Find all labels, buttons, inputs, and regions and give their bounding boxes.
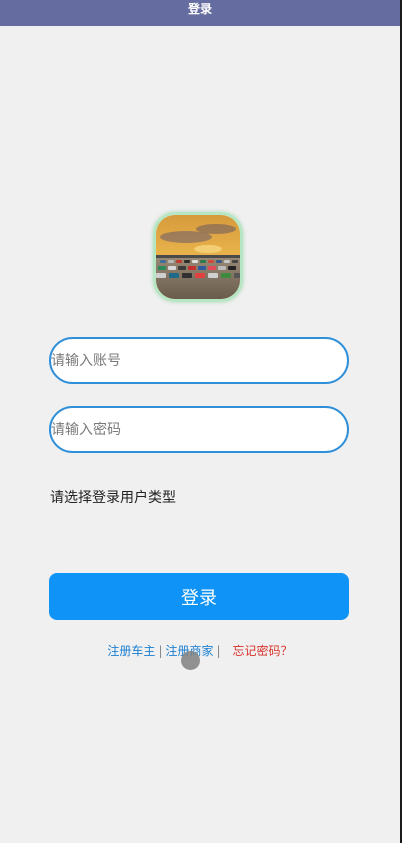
header-bar: 登录 — [0, 0, 400, 26]
footer-links: 注册车主|注册商家|忘记密码？ — [0, 642, 400, 659]
page-title: 登录 — [187, 2, 212, 16]
touch-cursor-indicator — [181, 651, 200, 670]
forgot-password-link[interactable]: 忘记密码？ — [233, 644, 293, 658]
user-type-selector[interactable]: 请选择登录用户类型 — [50, 487, 176, 507]
account-input[interactable] — [49, 337, 349, 384]
app-logo — [153, 212, 243, 302]
link-separator: | — [216, 644, 221, 658]
link-separator: | — [158, 644, 163, 658]
login-button[interactable]: 登录 — [49, 573, 349, 620]
password-input[interactable] — [49, 406, 349, 453]
parking-lot-image-icon — [156, 215, 240, 299]
register-owner-link[interactable]: 注册车主 — [107, 644, 155, 658]
